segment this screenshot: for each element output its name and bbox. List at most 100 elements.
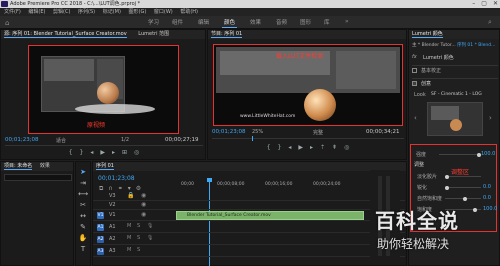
fx-icon[interactable]: fx — [412, 54, 417, 60]
intensity-slider[interactable] — [439, 152, 481, 157]
razor-tool-icon[interactable]: ✂ — [80, 201, 86, 209]
program-play-icon[interactable]: ▶ — [298, 144, 303, 151]
look-prev-icon[interactable]: ‹ — [414, 114, 417, 122]
selection-tool-icon[interactable]: ➤ — [80, 168, 86, 176]
workspace-effects[interactable]: 效果 — [250, 18, 261, 26]
mute-button[interactable]: M — [127, 235, 131, 241]
project-search-input[interactable] — [4, 174, 72, 181]
param-value-2[interactable]: 0.0 — [483, 195, 491, 201]
ruler-label-1: 00;00;08;00 — [217, 182, 245, 187]
program-mark-in-icon[interactable]: { — [267, 144, 271, 151]
program-timecode[interactable]: 00;01;23;08 — [212, 129, 246, 135]
mic-icon[interactable]: 🎙 — [147, 223, 153, 229]
look-preview-thumbnail[interactable] — [427, 102, 483, 136]
menu-help[interactable]: 帮助(H) — [180, 9, 198, 15]
lumetri-clip-master[interactable]: 主 * Blender Tutor... — [412, 42, 456, 48]
hand-tool-icon[interactable]: ✋ — [79, 234, 88, 242]
insert-icon[interactable]: ⊞ — [122, 149, 127, 156]
workspace-libraries[interactable]: 库 — [324, 18, 330, 26]
menu-graphics[interactable]: 图形(G) — [129, 9, 147, 15]
param-slider-2[interactable] — [445, 196, 481, 201]
source-fit-select[interactable]: 适合 — [56, 137, 66, 144]
mute-button[interactable]: M — [127, 247, 131, 253]
tab-lumetri-scopes[interactable]: Lumetri 范围 — [138, 31, 169, 37]
menu-sequence[interactable]: 序列(S) — [78, 9, 95, 15]
workspace-audio[interactable]: 音频 — [276, 18, 287, 26]
play-icon[interactable]: ▶ — [100, 149, 105, 156]
menu-file[interactable]: 文件(F) — [4, 9, 21, 15]
timeline-timecode[interactable]: 00;01;23;08 — [98, 175, 135, 182]
param-slider-1[interactable] — [445, 185, 481, 190]
playhead-handle[interactable] — [207, 178, 212, 182]
type-tool-icon[interactable]: T — [81, 245, 85, 253]
lift-icon[interactable]: ⇡ — [320, 144, 325, 151]
program-playhead[interactable] — [252, 136, 253, 141]
menu-window[interactable]: 窗口(W) — [154, 9, 173, 15]
source-timecode[interactable]: 00;01;23;08 — [5, 137, 39, 143]
adjust-section-header[interactable]: 调整 — [414, 161, 424, 168]
eye-icon[interactable]: ◉ — [141, 211, 146, 218]
param-slider-0[interactable] — [445, 174, 481, 179]
slip-tool-icon[interactable]: ↔ — [80, 212, 86, 220]
eye-icon[interactable]: ◉ — [141, 192, 146, 199]
param-value-1[interactable]: 0.0 — [483, 184, 491, 190]
basic-correction-header[interactable]: 基本校正 — [421, 67, 441, 74]
mark-out-icon[interactable]: } — [80, 149, 84, 156]
source-patch-v1[interactable]: V1 — [97, 212, 104, 219]
pen-tool-icon[interactable]: ✎ — [80, 223, 86, 231]
track-select-icon[interactable]: ⇥ — [80, 179, 86, 187]
program-zoom-select[interactable]: 25% — [252, 129, 263, 135]
solo-button[interactable]: S — [137, 223, 140, 229]
mark-in-icon[interactable]: { — [69, 149, 73, 156]
workspace-assembly[interactable]: 组件 — [172, 18, 183, 26]
program-quality-select[interactable]: 完整 — [313, 129, 323, 136]
mute-button[interactable]: M — [127, 223, 131, 229]
maximize-button[interactable]: ▢ — [481, 0, 487, 8]
source-patch-a1[interactable]: A1 — [97, 224, 104, 231]
workspace-editing[interactable]: 编辑 — [198, 18, 209, 26]
workspace-color[interactable]: 颜色 — [221, 18, 238, 28]
source-scale-select[interactable]: 1/2 — [121, 137, 129, 143]
lock-icon[interactable]: 🔒 — [127, 192, 134, 199]
tab-program[interactable]: 节目: 序列 01 — [211, 31, 243, 38]
basic-correction-checkbox[interactable] — [412, 68, 417, 73]
search-icon[interactable]: ⌕ — [488, 18, 492, 27]
source-patch-a2[interactable]: A2 — [97, 236, 104, 243]
source-patch-a3[interactable]: A3 — [97, 248, 104, 255]
tab-sequence[interactable]: 序列 01 — [96, 163, 114, 170]
mic-icon[interactable]: 🎙 — [147, 235, 153, 241]
extract-icon[interactable]: ⇞ — [332, 144, 337, 151]
step-forward-icon[interactable]: ▸ — [112, 149, 115, 156]
tab-lumetri-color[interactable]: Lumetri 颜色 — [412, 31, 443, 38]
tab-source[interactable]: 源: 序列 01: Blender Tutorial_Surface Creat… — [4, 31, 127, 38]
look-select[interactable]: SF - Cinematic 1 - LOG — [431, 92, 482, 97]
tab-project[interactable]: 项目: 未命名 — [4, 163, 33, 170]
step-back-icon[interactable]: ◂ — [90, 149, 93, 156]
tab-effects[interactable]: 效果 — [40, 163, 50, 169]
creative-header[interactable]: 创意 — [421, 80, 431, 87]
program-step-back-icon[interactable]: ◂ — [288, 144, 291, 151]
menu-marker[interactable]: 标记(M) — [103, 9, 121, 15]
more-workspaces-icon[interactable]: » — [345, 18, 349, 25]
ripple-edit-icon[interactable]: ⟷ — [78, 190, 88, 198]
program-step-forward-icon[interactable]: ▸ — [310, 144, 313, 151]
solo-button[interactable]: S — [137, 235, 140, 241]
close-button[interactable]: ✕ — [493, 0, 498, 8]
creative-checkbox[interactable] — [412, 81, 417, 86]
solo-button[interactable]: S — [137, 247, 140, 253]
intensity-value[interactable]: 100.0 — [481, 151, 495, 157]
look-next-icon[interactable]: › — [489, 114, 492, 122]
menu-edit[interactable]: 编辑(E) — [28, 9, 45, 15]
menu-clip[interactable]: 剪辑(C) — [53, 9, 70, 15]
home-icon[interactable]: ⌂ — [5, 19, 9, 27]
program-export-frame-icon[interactable]: ◎ — [344, 144, 349, 151]
program-mark-out-icon[interactable]: } — [278, 144, 282, 151]
export-frame-icon[interactable]: ◎ — [134, 149, 139, 156]
eye-icon[interactable]: ◉ — [141, 201, 146, 208]
lumetri-clip-sequence[interactable]: 序列 01 * Blend... — [457, 42, 495, 48]
workspace-learn[interactable]: 学习 — [148, 18, 159, 26]
workspace-graphics[interactable]: 图形 — [300, 18, 311, 26]
minimize-button[interactable]: – — [472, 0, 475, 8]
video-clip[interactable]: Blender Tutorial_Surface Creator.mov — [176, 211, 364, 220]
param-label-1: 锐化 — [417, 185, 428, 191]
